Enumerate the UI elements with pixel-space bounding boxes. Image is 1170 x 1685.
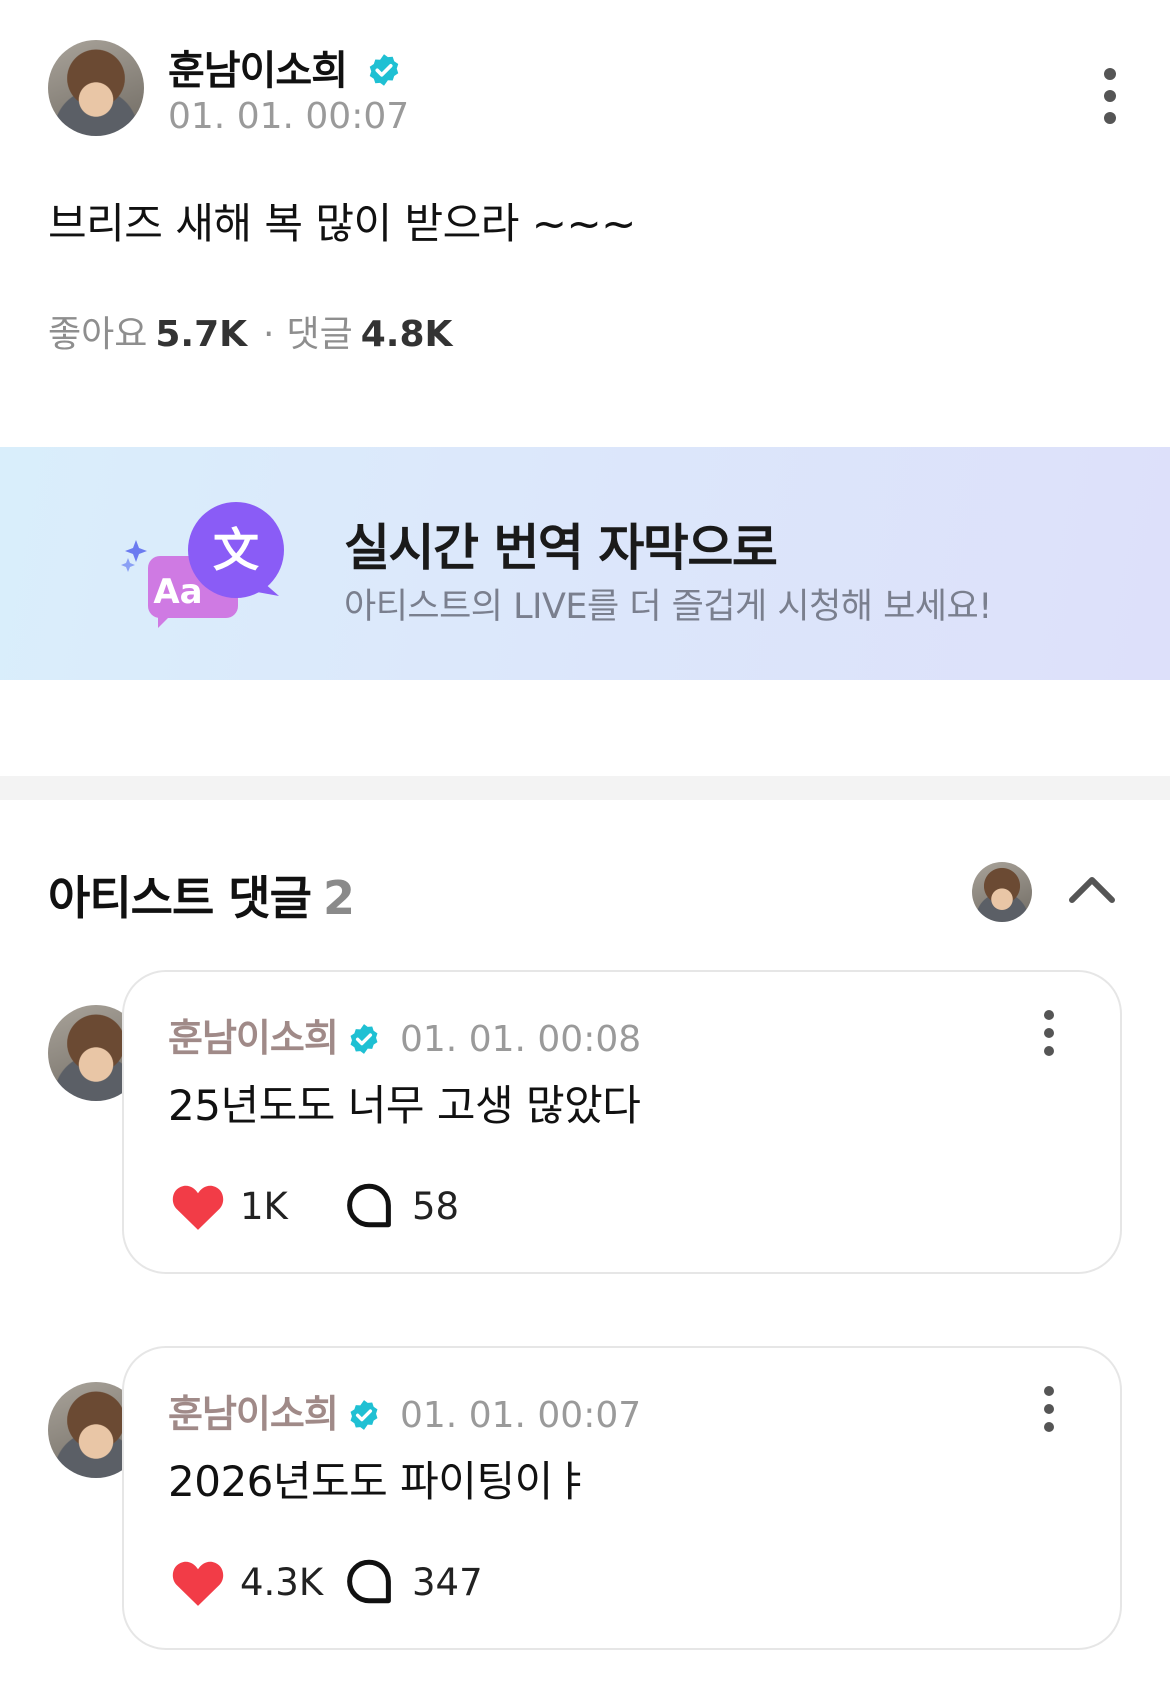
artist-comments-count: 2	[322, 871, 355, 925]
likes-count[interactable]: 5.7K	[155, 314, 247, 355]
comment-more-options-icon[interactable]	[1042, 1010, 1056, 1066]
comment-likes-count: 4.3K	[240, 1560, 324, 1604]
post-more-options-icon[interactable]	[1102, 68, 1118, 134]
translate-icon: 文 Aa	[118, 500, 288, 630]
verified-badge-icon	[350, 1400, 378, 1430]
comment-body-text: 25년도도 너무 고생 많았다	[168, 1081, 641, 1130]
artist-avatar-small[interactable]	[972, 862, 1032, 922]
translate-icon-text: Aa	[153, 572, 202, 612]
comment-likes-count: 1K	[240, 1184, 288, 1228]
post-author-avatar[interactable]	[48, 40, 144, 136]
comment-timestamp: 01. 01. 00:07	[400, 1395, 642, 1436]
section-divider	[0, 776, 1170, 800]
heart-icon[interactable]	[170, 1557, 226, 1607]
likes-label: 좋아요	[48, 314, 148, 355]
comment-header: 훈남이소희 01. 01. 00:08	[168, 1007, 641, 1062]
comment-bubble-icon[interactable]	[344, 1557, 394, 1607]
post-author-name: 훈남이소희	[168, 48, 348, 94]
comment-body-text: 2026년도도 파이팅이ㅑ	[168, 1457, 591, 1506]
artist-comments-title: 아티스트 댓글 2	[48, 862, 355, 928]
comments-count[interactable]: 4.8K	[361, 314, 453, 355]
post-body-text: 브리즈 새해 복 많이 받으라 ~~~	[48, 199, 636, 248]
stats-separator: ·	[263, 314, 275, 355]
verified-badge-icon	[369, 54, 399, 86]
comment-replies-count: 58	[412, 1184, 460, 1228]
comment-bubble-icon[interactable]	[344, 1181, 394, 1231]
heart-icon[interactable]	[170, 1181, 226, 1231]
comment-replies-count: 347	[412, 1560, 483, 1604]
comment-actions: 1K 58	[170, 1180, 459, 1232]
translate-icon-glyph: 文	[213, 523, 259, 577]
chevron-up-icon[interactable]	[1068, 870, 1116, 914]
comments-label: 댓글	[286, 314, 353, 355]
post-stats: 좋아요 5.7K · 댓글 4.8K	[48, 305, 466, 357]
comment-actions: 4.3K 347	[170, 1556, 483, 1608]
post-timestamp: 01. 01. 00:07	[168, 96, 410, 137]
banner-title: 실시간 번역 자막으로	[344, 519, 778, 577]
post-author-row[interactable]: 훈남이소희	[168, 38, 402, 96]
comment-author-name[interactable]: 훈남이소희	[168, 1392, 339, 1436]
comment-timestamp: 01. 01. 00:08	[400, 1019, 642, 1060]
verified-badge-icon	[350, 1024, 378, 1054]
comment-author-name[interactable]: 훈남이소희	[168, 1016, 339, 1060]
comment-header: 훈남이소희 01. 01. 00:07	[168, 1383, 641, 1438]
banner-subtitle: 아티스트의 LIVE를 더 즐겁게 시청해 보세요!	[344, 587, 992, 627]
artist-comments-label: 아티스트 댓글	[48, 871, 312, 925]
comment-more-options-icon[interactable]	[1042, 1386, 1056, 1442]
